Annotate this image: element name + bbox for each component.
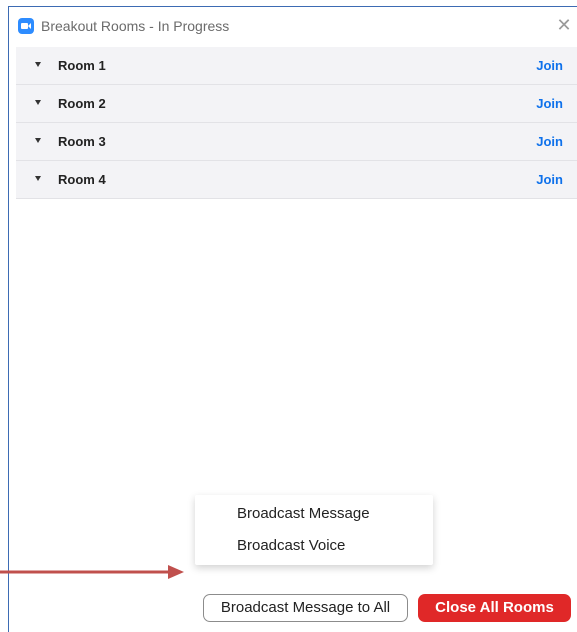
- caret-down-icon[interactable]: [35, 100, 41, 105]
- broadcast-message-to-all-button[interactable]: Broadcast Message to All: [203, 594, 408, 622]
- title-bar: Breakout Rooms - In Progress ✕: [9, 7, 577, 47]
- room-name: Room 3: [58, 134, 106, 149]
- close-icon[interactable]: ✕: [554, 15, 574, 35]
- caret-down-icon[interactable]: [35, 62, 41, 67]
- room-list: Room 1 Join Room 2 Join Room 3 Join Room…: [16, 47, 577, 199]
- window-title: Breakout Rooms - In Progress: [41, 18, 230, 34]
- broadcast-menu: Broadcast Message Broadcast Voice: [195, 495, 433, 565]
- broadcast-message-option[interactable]: Broadcast Message: [237, 505, 370, 522]
- join-button[interactable]: Join: [536, 96, 563, 111]
- broadcast-voice-option[interactable]: Broadcast Voice: [237, 537, 345, 554]
- annotation-arrow-icon: [0, 565, 184, 579]
- room-name: Room 1: [58, 58, 106, 73]
- caret-down-icon[interactable]: [35, 138, 41, 143]
- caret-down-icon[interactable]: [35, 176, 41, 181]
- room-row[interactable]: Room 4 Join: [16, 161, 577, 199]
- room-row[interactable]: Room 1 Join: [16, 47, 577, 85]
- room-name: Room 2: [58, 96, 106, 111]
- room-name: Room 4: [58, 172, 106, 187]
- join-button[interactable]: Join: [536, 58, 563, 73]
- room-row[interactable]: Room 3 Join: [16, 123, 577, 161]
- room-row[interactable]: Room 2 Join: [16, 85, 577, 123]
- join-button[interactable]: Join: [536, 134, 563, 149]
- join-button[interactable]: Join: [536, 172, 563, 187]
- close-all-rooms-button[interactable]: Close All Rooms: [418, 594, 571, 622]
- zoom-app-icon: [18, 18, 34, 34]
